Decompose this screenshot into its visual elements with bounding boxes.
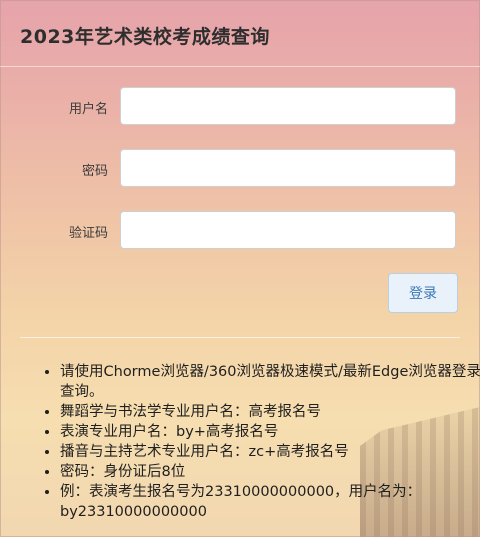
login-button[interactable]: 登录 [388,273,458,313]
list-item: 请使用Chorme浏览器/360浏览器极速模式/最新Edge浏览器登录查询。 [60,362,480,402]
username-input[interactable] [120,87,456,125]
instructions-list: 请使用Chorme浏览器/360浏览器极速模式/最新Edge浏览器登录查询。 舞… [40,362,480,522]
password-input[interactable] [120,149,456,187]
list-item: 表演专业用户名：by+高考报名号 [60,422,480,442]
page-title: 2023年艺术类校考成绩查询 [20,26,270,48]
list-item: 密码：身份证后8位 [60,462,480,482]
username-label: 用户名 [68,102,108,117]
password-label: 密码 [81,164,108,179]
divider [20,337,460,338]
list-item: 例：表演考生报名号为23310000000000，用户名为：by23310000… [60,482,480,522]
list-item: 舞蹈学与书法学专业用户名：高考报名号 [60,402,480,422]
captcha-label: 验证码 [68,226,108,241]
list-item: 播音与主持艺术专业用户名：zc+高考报名号 [60,442,480,462]
panel-header: 2023年艺术类校考成绩查询 [0,0,480,67]
captcha-input[interactable] [120,211,456,249]
